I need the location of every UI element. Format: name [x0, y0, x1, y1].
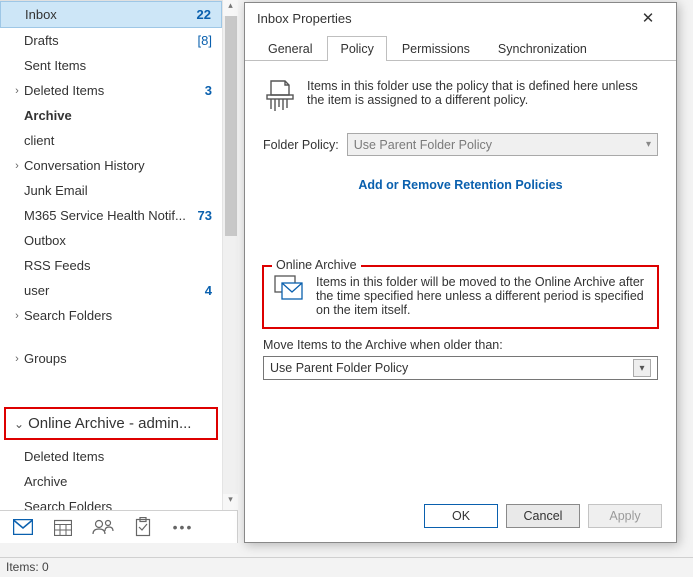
calendar-icon[interactable] — [52, 517, 74, 537]
folder-conversation-history[interactable]: › Conversation History — [0, 153, 222, 178]
chevron-right-icon: › — [12, 310, 22, 322]
tab-label: Policy — [340, 42, 373, 56]
folder-rss-feeds[interactable]: RSS Feeds — [0, 253, 222, 278]
folder-pane-scrollbar[interactable]: ▴ ▾ — [222, 0, 238, 510]
archive-envelope-icon — [274, 275, 304, 301]
status-bar: Items: 0 — [0, 557, 693, 577]
cancel-button[interactable]: Cancel — [506, 504, 580, 528]
folder-count: 3 — [199, 83, 212, 98]
scroll-down-icon[interactable]: ▾ — [223, 494, 238, 510]
button-label: OK — [452, 509, 470, 523]
folder-label: Archive — [24, 108, 212, 123]
dialog-body: Items in this folder use the policy that… — [245, 61, 676, 494]
folder-label: Outbox — [24, 233, 212, 248]
chevron-down-icon: ▾ — [633, 359, 651, 377]
scroll-up-icon[interactable]: ▴ — [223, 0, 238, 16]
account-online-archive[interactable]: ⌄ Online Archive - admin... — [6, 409, 216, 438]
folder-client[interactable]: client — [0, 128, 222, 153]
retention-policies-link[interactable]: Add or Remove Retention Policies — [263, 172, 658, 196]
link-label: Add or Remove Retention Policies — [358, 178, 562, 192]
folder-count: 73 — [192, 208, 212, 223]
tab-label: Permissions — [402, 42, 470, 56]
archive-folder-archive[interactable]: Archive — [0, 469, 222, 494]
folder-list: Inbox 22 Drafts [8] Sent Items › Deleted… — [0, 0, 222, 543]
folder-label: Drafts — [24, 33, 192, 48]
button-label: Cancel — [524, 509, 563, 523]
folder-label: Search Folders — [24, 308, 212, 323]
folder-label: Deleted Items — [24, 83, 199, 98]
folder-label: Groups — [24, 351, 212, 366]
dialog-titlebar: Inbox Properties ✕ — [245, 3, 676, 33]
folder-policy-value: Use Parent Folder Policy — [354, 138, 492, 152]
folder-policy-label: Folder Policy: — [263, 138, 339, 152]
folder-count: 22 — [191, 7, 211, 22]
folder-label: Junk Email — [24, 183, 212, 198]
dialog-title: Inbox Properties — [257, 11, 628, 26]
highlight-online-archive: ⌄ Online Archive - admin... — [4, 407, 218, 440]
inbox-properties-dialog: Inbox Properties ✕ General Policy Permis… — [244, 2, 677, 543]
more-icon[interactable]: ••• — [172, 517, 194, 537]
chevron-down-icon: ▾ — [646, 139, 651, 150]
chevron-right-icon: › — [12, 160, 22, 172]
folder-label: Conversation History — [24, 158, 212, 173]
button-label: Apply — [609, 509, 640, 523]
folder-deleted-items[interactable]: › Deleted Items 3 — [0, 78, 222, 103]
folder-label: Archive — [24, 474, 212, 489]
move-items-label: Move Items to the Archive when older tha… — [263, 338, 658, 352]
tab-synchronization[interactable]: Synchronization — [485, 36, 600, 61]
folder-label: Inbox — [25, 7, 191, 22]
tab-policy[interactable]: Policy — [327, 36, 386, 61]
status-items: Items: 0 — [6, 560, 49, 574]
dialog-buttons: OK Cancel Apply — [245, 494, 676, 542]
folder-sent-items[interactable]: Sent Items — [0, 53, 222, 78]
tab-label: Synchronization — [498, 42, 587, 56]
archive-folder-deleted-items[interactable]: Deleted Items — [0, 444, 222, 469]
shredder-icon — [263, 79, 295, 115]
folder-search-folders[interactable]: › Search Folders — [0, 303, 222, 328]
folder-count: [8] — [192, 33, 212, 48]
mail-icon[interactable] — [12, 517, 34, 537]
people-icon[interactable] — [92, 517, 114, 537]
tab-general[interactable]: General — [255, 36, 325, 61]
close-button[interactable]: ✕ — [628, 4, 668, 32]
tab-permissions[interactable]: Permissions — [389, 36, 483, 61]
chevron-down-icon: ⌄ — [14, 417, 24, 431]
dialog-tabs: General Policy Permissions Synchronizati… — [245, 33, 676, 61]
folder-label: client — [24, 133, 212, 148]
close-icon: ✕ — [642, 9, 655, 27]
chevron-right-icon: › — [12, 353, 22, 365]
folder-user[interactable]: user 4 — [0, 278, 222, 303]
folder-label: Deleted Items — [24, 449, 212, 464]
online-archive-legend: Online Archive — [272, 258, 361, 272]
archive-description: Items in this folder will be moved to th… — [316, 275, 647, 317]
folder-label: user — [24, 283, 199, 298]
folder-m365-health[interactable]: M365 Service Health Notif... 73 — [0, 203, 222, 228]
chevron-right-icon: › — [12, 85, 22, 97]
apply-button[interactable]: Apply — [588, 504, 662, 528]
move-items-value: Use Parent Folder Policy — [270, 361, 408, 375]
policy-description: Items in this folder use the policy that… — [307, 79, 658, 107]
ok-button[interactable]: OK — [424, 504, 498, 528]
folder-policy-select[interactable]: Use Parent Folder Policy ▾ — [347, 133, 658, 156]
folder-junk-email[interactable]: Junk Email — [0, 178, 222, 203]
folder-groups[interactable]: › Groups — [0, 346, 222, 371]
folder-label: RSS Feeds — [24, 258, 212, 273]
folder-outbox[interactable]: Outbox — [0, 228, 222, 253]
move-items-select[interactable]: Use Parent Folder Policy ▾ — [263, 356, 658, 380]
folder-count: 4 — [199, 283, 212, 298]
navigation-bar: ••• — [0, 510, 238, 543]
online-archive-group: Online Archive Items in this folder will… — [263, 266, 658, 328]
scroll-thumb[interactable] — [225, 16, 237, 236]
folder-archive[interactable]: Archive — [0, 103, 222, 128]
folder-drafts[interactable]: Drafts [8] — [0, 28, 222, 53]
folder-label: M365 Service Health Notif... — [24, 208, 192, 223]
tasks-icon[interactable] — [132, 517, 154, 537]
tab-label: General — [268, 42, 312, 56]
folder-label: Sent Items — [24, 58, 212, 73]
account-label: Online Archive - admin... — [28, 415, 191, 432]
folder-pane: Inbox 22 Drafts [8] Sent Items › Deleted… — [0, 0, 238, 543]
folder-inbox[interactable]: Inbox 22 — [0, 1, 222, 28]
